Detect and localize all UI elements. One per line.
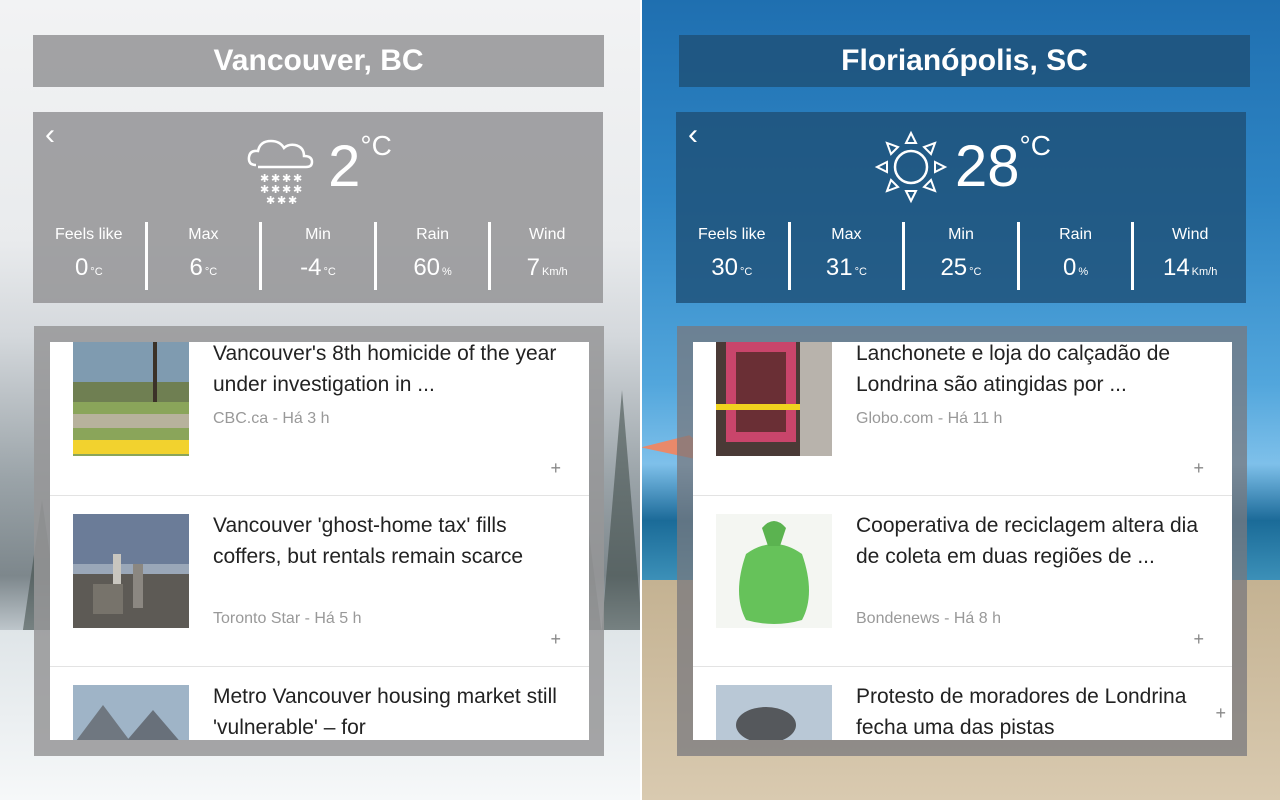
plus-icon[interactable]: + [550,629,561,650]
news-headline[interactable]: Cooperativa de reciclagem altera dia de … [856,510,1206,572]
stat-feels-like: Feels like 30 °C [676,222,788,290]
stat-value: -4 °C [300,254,336,281]
svg-text:✱: ✱ [266,194,275,207]
city-panel-florianopolis: Florianópolis, SC ‹ 28 °C Feels like 30 … [642,0,1280,800]
stat-label: Wind [1171,226,1209,243]
news-thumbnail [73,514,189,628]
sun-icon [874,130,948,204]
temperature-unit: °C [360,130,392,161]
news-headline[interactable]: Protesto de moradores de Londrina fecha … [856,681,1206,740]
cloud-snow-icon: ✱ ✱ ✱ ✱ ✱ ✱ ✱ ✱ ✱ ✱ ✱ [247,139,314,207]
weather-card: ‹ ✱ ✱ ✱ ✱ ✱ ✱ ✱ ✱ ✱ ✱ ✱ 2 °C Feels like 0 °C Max … [33,112,603,303]
stat-label: Max [831,226,862,243]
news-source: Bondenews - Há 8 h [856,610,1001,627]
news-item[interactable]: Vancouver's 8th homicide of the year und… [50,342,589,496]
news-item[interactable]: Protesto de moradores de Londrina fecha … [693,667,1232,740]
news-headline[interactable]: Vancouver 'ghost-home tax' fills coffers… [213,510,563,572]
news-headline[interactable]: Lanchonete e loja do calçadão de Londrin… [856,342,1206,400]
stat-label: Min [305,226,331,243]
news-thumbnail [716,514,832,628]
news-card: Vancouver's 8th homicide of the year und… [34,326,604,756]
temperature-value: 28 [955,134,1020,199]
news-list[interactable]: Vancouver's 8th homicide of the year und… [50,342,589,740]
stat-min: Min -4 °C [259,222,374,290]
news-thumbnail [73,685,189,740]
stat-value: 0 °C [74,254,103,281]
current-weather: 28 °C [676,126,1246,208]
news-source: CBC.ca - Há 3 h [213,410,330,427]
stat-value: 6 °C [189,254,218,281]
weather-stats: Feels like 0 °C Max 6 °C Min -4 °C Rain 60%… [33,222,603,290]
news-thumbnail [716,342,832,456]
plus-icon[interactable]: + [1193,629,1204,650]
stat-label: Rain [1059,226,1093,243]
news-item[interactable]: Vancouver 'ghost-home tax' fills coffers… [50,496,589,667]
stat-value: 30 °C [711,254,753,281]
stat-value: 60% [413,254,452,281]
city-title: Vancouver, BC [33,35,604,87]
news-card: Lanchonete e loja do calçadão de Londrin… [677,326,1247,756]
stat-value: 31 °C [825,254,867,281]
stat-value: 7 Km/h [526,254,568,281]
svg-text:✱: ✱ [288,194,297,207]
svg-text:✱: ✱ [277,194,286,207]
news-item[interactable]: Lanchonete e loja do calçadão de Londrin… [693,342,1232,496]
stat-label: Rain [416,226,450,243]
stat-feels-like: Feels like 0 °C [33,222,145,290]
weather-stats: Feels like 30 °C Max 31 °C Min 25 °C Rain 0… [676,222,1246,290]
city-title: Florianópolis, SC [679,35,1250,87]
weather-card: ‹ 28 °C Feels like 30 °C Max 31 °C Min 2… [676,112,1246,303]
stat-max: Max 31 °C [787,222,903,290]
plus-icon[interactable]: + [1215,703,1226,724]
news-list[interactable]: Lanchonete e loja do calçadão de Londrin… [693,342,1232,740]
news-headline[interactable]: Metro Vancouver housing market still 'vu… [213,681,563,740]
stat-label: Wind [528,226,566,243]
news-headline[interactable]: Vancouver's 8th homicide of the year und… [213,342,563,400]
news-source: Toronto Star - Há 5 h [213,610,362,627]
temperature-unit: °C [1019,130,1051,161]
stat-value: 14 Km/h [1162,254,1218,281]
stat-value: 0% [1063,254,1089,281]
current-weather: ✱ ✱ ✱ ✱ ✱ ✱ ✱ ✱ ✱ ✱ ✱ 2 °C [33,126,603,208]
plus-icon[interactable]: + [1193,458,1204,479]
news-item[interactable]: Metro Vancouver housing market still 'vu… [50,667,589,740]
stat-label: Feels like [55,226,123,243]
stat-rain: Rain 60% [373,222,489,290]
stat-rain: Rain 0% [1016,222,1132,290]
stat-label: Min [948,226,974,243]
news-item[interactable]: Cooperativa de reciclagem altera dia de … [693,496,1232,667]
stat-min: Min 25 °C [902,222,1017,290]
news-thumbnail [716,685,832,740]
stat-wind: Wind 14 Km/h [1131,222,1246,290]
stat-value: 25 °C [940,254,982,281]
stat-max: Max 6 °C [144,222,260,290]
news-thumbnail [73,342,189,456]
stat-label: Max [188,226,219,243]
stat-wind: Wind 7 Km/h [488,222,603,290]
plus-icon[interactable]: + [550,458,561,479]
city-panel-vancouver: Vancouver, BC ‹ ✱ ✱ ✱ ✱ ✱ ✱ ✱ ✱ ✱ ✱ ✱ 2 °C Feels… [0,0,640,800]
news-source: Globo.com - Há 11 h [856,410,1003,427]
temperature-value: 2 [328,134,361,199]
stat-label: Feels like [698,226,766,243]
